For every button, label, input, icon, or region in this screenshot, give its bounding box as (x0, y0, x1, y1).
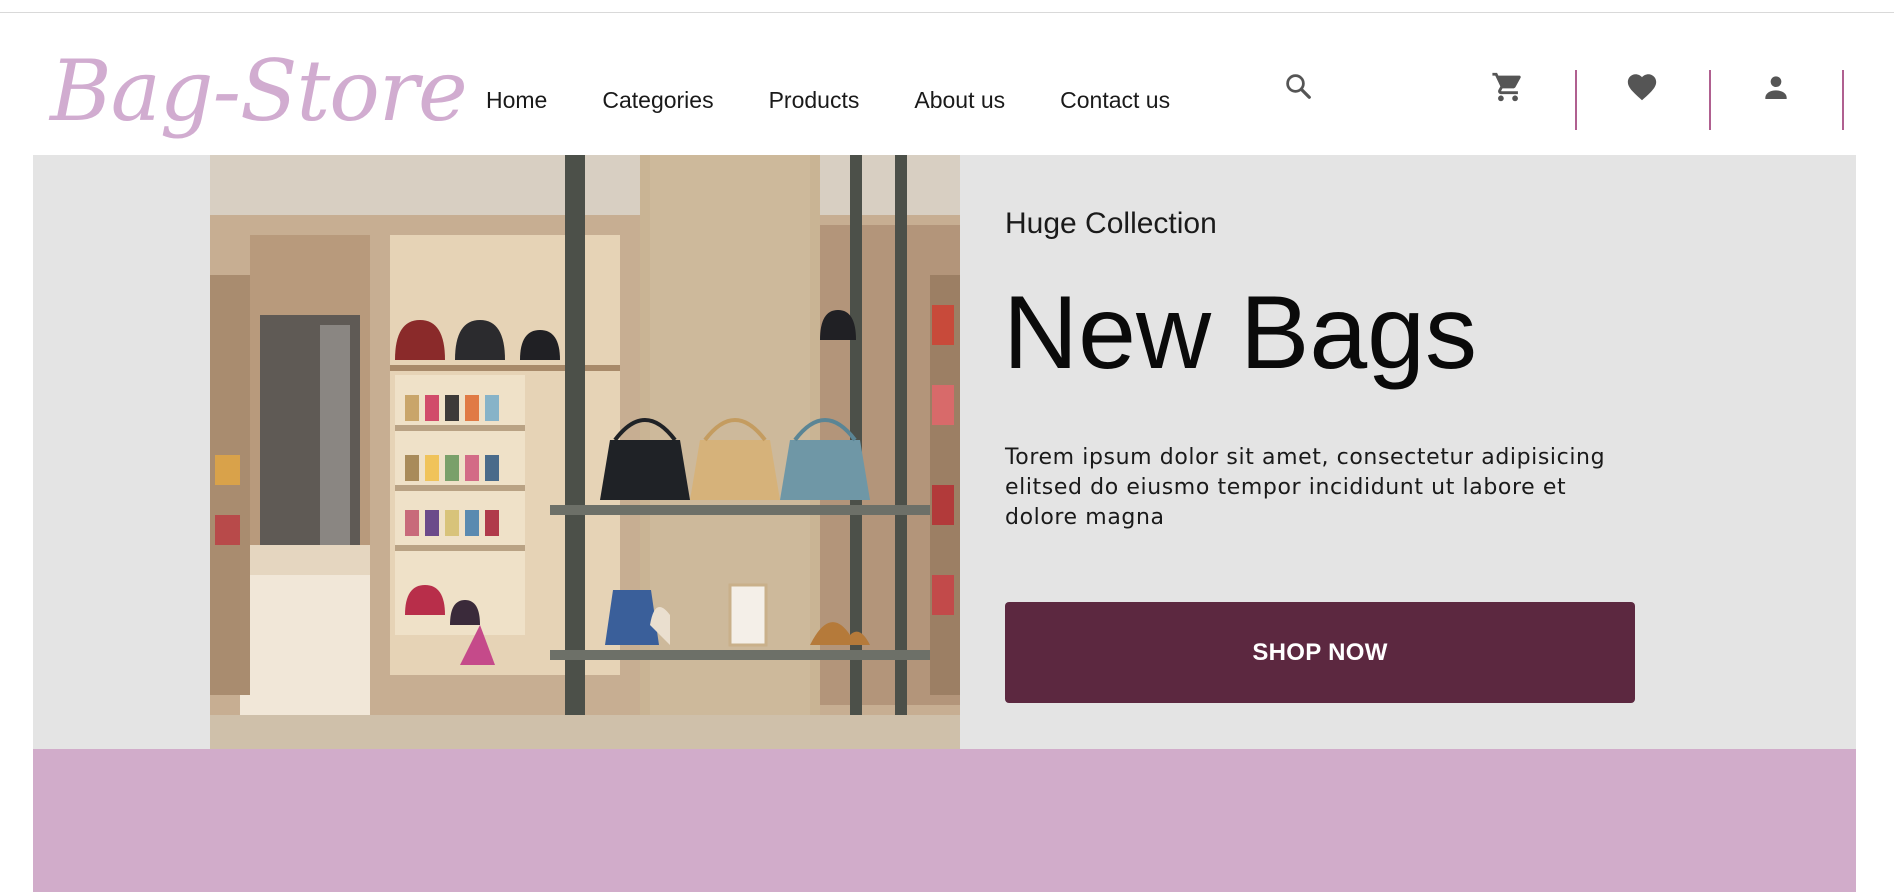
brand-logo[interactable]: Bag-Store (50, 41, 468, 141)
header-separator (1575, 70, 1577, 130)
nav-home[interactable]: Home (486, 85, 547, 115)
search-icon[interactable] (1281, 69, 1315, 103)
shop-now-button[interactable]: SHOP NOW (1005, 602, 1635, 703)
hero-headline: New Bags (1003, 275, 1477, 391)
nav-contact-us[interactable]: Contact us (1060, 85, 1170, 115)
store-interior-image (210, 155, 960, 749)
site-header: Bag-Store Home Categories Products About… (0, 13, 1894, 155)
header-separator (1842, 70, 1844, 130)
accent-band (33, 749, 1856, 892)
header-separator (1709, 70, 1711, 130)
main-nav: Home Categories Products About us Contac… (486, 85, 1170, 115)
cart-icon[interactable] (1490, 69, 1526, 105)
nav-products[interactable]: Products (769, 85, 860, 115)
user-icon[interactable] (1758, 69, 1794, 105)
nav-categories[interactable]: Categories (602, 85, 713, 115)
nav-about-us[interactable]: About us (914, 85, 1005, 115)
heart-icon[interactable] (1624, 69, 1660, 105)
hero-eyebrow: Huge Collection (1005, 207, 1217, 240)
hero-banner: Huge Collection New Bags Torem ipsum dol… (33, 155, 1856, 749)
hero-description: Torem ipsum dolor sit amet, consectetur … (1005, 445, 1606, 530)
